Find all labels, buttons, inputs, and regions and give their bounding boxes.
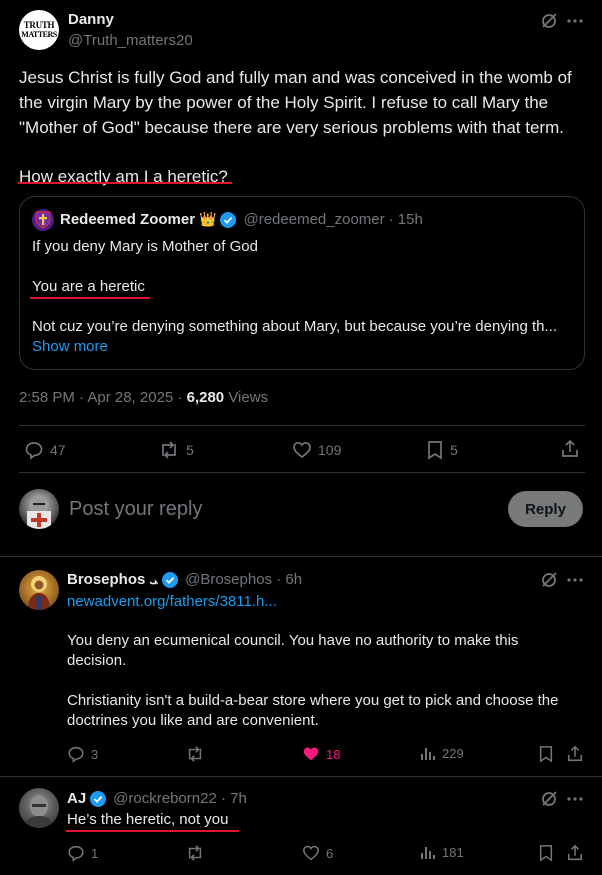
red-underline: [66, 830, 239, 832]
reply-author-handle[interactable]: @Brosephos · 6h: [185, 571, 302, 588]
repost-icon: [158, 440, 180, 460]
quote-line: If you deny Mary is Mother of God: [32, 238, 258, 255]
author-handle[interactable]: @Truth_matters20: [68, 32, 193, 49]
reply-count: 3: [91, 746, 99, 762]
reply-input[interactable]: [69, 494, 489, 524]
reply-button[interactable]: Reply: [508, 491, 583, 527]
share-icon[interactable]: [566, 745, 584, 763]
bookmark-count: 5: [450, 442, 458, 458]
view-count: 229: [442, 745, 464, 761]
reply-action[interactable]: 1: [67, 844, 98, 862]
repost-icon[interactable]: [185, 745, 205, 763]
reply-body: He’s the heretic, not you: [67, 811, 229, 828]
author-name[interactable]: Danny: [68, 11, 114, 28]
reply-body: You deny an ecumenical council. You have…: [67, 631, 558, 731]
reply-link[interactable]: newadvent.org/fathers/3811.h...: [67, 593, 277, 610]
grok-icon[interactable]: [539, 789, 559, 809]
like-count: 6: [326, 845, 334, 861]
post-timestamp[interactable]: 2:58 PM · Apr 28, 2025 ·: [19, 389, 182, 406]
post-body-line: the virgin Mary by the power of the Holy…: [19, 93, 549, 112]
more-options-icon[interactable]: [565, 570, 585, 590]
reply-action[interactable]: 3: [67, 745, 98, 763]
more-options-icon[interactable]: [565, 789, 585, 809]
reply-action[interactable]: 47: [24, 440, 66, 460]
reply-icon: [24, 440, 44, 460]
post-body-line: "Mother of God" because there are very s…: [19, 118, 564, 137]
post-body: Jesus Christ is fully God and fully man …: [19, 65, 572, 189]
view-count: 181: [442, 844, 464, 860]
like-action[interactable]: 6: [302, 844, 333, 862]
share-icon[interactable]: [560, 439, 580, 459]
current-user-avatar[interactable]: [19, 489, 59, 529]
grok-icon[interactable]: [539, 11, 559, 31]
analytics-icon: [420, 745, 436, 761]
repost-icon[interactable]: [185, 844, 205, 862]
reply-author-name[interactable]: AJ: [67, 790, 86, 807]
red-underline: [18, 182, 232, 184]
like-action[interactable]: 109: [292, 440, 341, 460]
quote-line: You are a heretic: [32, 278, 145, 295]
repost-action[interactable]: 5: [158, 440, 194, 460]
bookmark-action[interactable]: 5: [426, 440, 458, 460]
bookmark-icon[interactable]: [538, 844, 554, 862]
reply-line: decision.: [67, 652, 127, 669]
divider: [0, 556, 602, 557]
reply-count: 47: [50, 442, 66, 458]
verified-badge-icon: [162, 571, 179, 588]
quote-time: · 15h: [388, 211, 423, 228]
views-label: Views: [228, 389, 269, 406]
reply-author-name[interactable]: Brosephos: [67, 571, 145, 588]
views-action[interactable]: 181: [420, 844, 464, 860]
divider: [0, 776, 602, 777]
post-meta: 2:58 PM · Apr 28, 2025 · 6,280 Views: [19, 389, 268, 406]
reply-line: You deny an ecumenical council. You have…: [67, 632, 519, 649]
reply-line: doctrines you like and are convenient.: [67, 712, 319, 729]
like-action[interactable]: 18: [302, 745, 340, 763]
avatar-text: TRUTH: [23, 20, 55, 30]
post-question: How exactly am I a heretic?: [19, 167, 228, 186]
red-underline: [30, 297, 150, 299]
name-suffix: ܝ: [149, 571, 159, 588]
more-options-icon[interactable]: [565, 11, 585, 31]
quote-line: Not cuz you’re denying something about M…: [32, 318, 558, 335]
quote-author-handle: @redeemed_zoomer: [243, 211, 385, 228]
divider: [19, 472, 585, 473]
like-count: 18: [326, 746, 341, 762]
author-avatar[interactable]: TRUTH MATTERS: [19, 10, 59, 50]
divider: [19, 425, 585, 426]
verified-badge-icon: [90, 790, 107, 807]
like-count: 109: [318, 442, 342, 458]
heart-icon: [302, 844, 320, 862]
reply-author-handle[interactable]: @rockreborn22 · 7h: [113, 790, 247, 807]
share-icon[interactable]: [566, 844, 584, 862]
analytics-icon: [420, 844, 436, 860]
bookmark-icon: [426, 440, 444, 460]
bookmark-icon[interactable]: [538, 745, 554, 763]
avatar-text: MATTERS: [21, 30, 57, 39]
crown-emoji: 👑: [199, 211, 217, 227]
reply-author-avatar[interactable]: [19, 788, 59, 828]
repost-count: 5: [186, 442, 194, 458]
grok-icon[interactable]: [539, 570, 559, 590]
heart-icon: [292, 440, 312, 460]
reply-icon: [67, 745, 85, 763]
heart-filled-icon: [302, 745, 320, 763]
reply-author-avatar[interactable]: [19, 570, 59, 610]
post-body-line: Jesus Christ is fully God and fully man …: [19, 68, 572, 87]
verified-badge-icon: [220, 211, 237, 228]
views-action[interactable]: 229: [420, 745, 464, 761]
show-more-link[interactable]: Show more: [32, 337, 557, 357]
view-count: 6,280: [186, 389, 225, 406]
quote-author-name: Redeemed Zoomer: [60, 211, 196, 228]
reply-count: 1: [91, 845, 99, 861]
quote-author-avatar: [32, 209, 54, 231]
reply-icon: [67, 844, 85, 862]
reply-line: Christianity isn't a build-a-bear store …: [67, 692, 559, 709]
